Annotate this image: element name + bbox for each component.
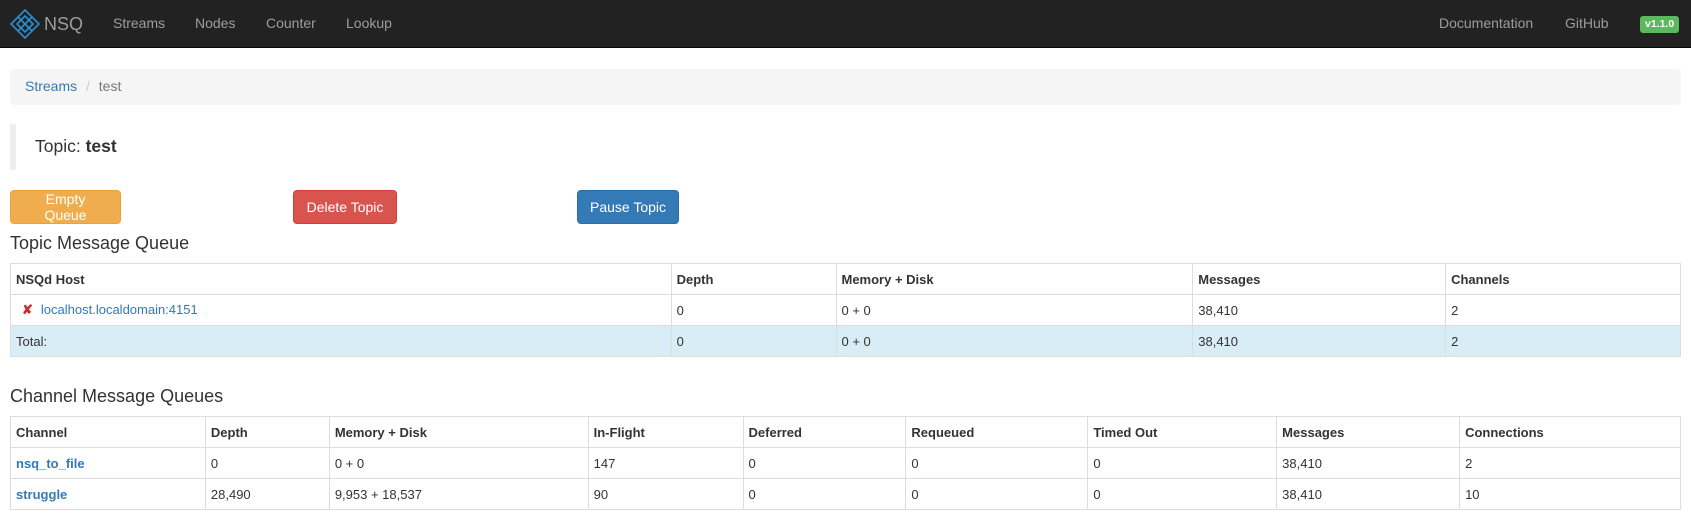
messages-cell: 38,410	[1276, 447, 1461, 479]
brand-name: NSQ	[44, 13, 84, 34]
topic-name: test	[85, 136, 117, 156]
total-row: Total: 0 0 + 0 38,410 2	[10, 325, 1681, 357]
col-requeued: Requeued	[905, 416, 1089, 448]
in-flight-cell: 147	[587, 447, 744, 479]
total-depth: 0	[670, 325, 837, 357]
table-header-row: Channel Depth Memory + Disk In-Flight De…	[10, 416, 1681, 448]
breadcrumb-separator: /	[86, 78, 90, 94]
col-deferred: Deferred	[742, 416, 907, 448]
requeued-cell: 0	[905, 447, 1089, 479]
col-channels: Channels	[1445, 263, 1681, 295]
memory-disk-cell: 0 + 0	[835, 294, 1194, 326]
col-timed-out: Timed Out	[1087, 416, 1278, 448]
table-row: nsq_to_file 0 0 + 0 147 0 0 0 38,410 2	[10, 447, 1681, 479]
in-flight-cell: 90	[587, 478, 744, 510]
connections-cell: 10	[1459, 478, 1681, 510]
table-row: struggle 28,490 9,953 + 18,537 90 0 0 0 …	[10, 478, 1681, 510]
table-header-row: NSQd Host Depth Memory + Disk Messages C…	[10, 263, 1681, 295]
channel-cell: struggle	[10, 478, 206, 510]
total-memory-disk: 0 + 0	[835, 325, 1194, 357]
messages-cell: 38,410	[1192, 294, 1447, 326]
channel-link-nsq-to-file[interactable]: nsq_to_file	[16, 456, 85, 471]
breadcrumb-current: test	[98, 78, 122, 94]
topic-label: Topic:	[35, 136, 81, 156]
empty-queue-button[interactable]: Empty Queue	[10, 190, 121, 224]
channels-cell: 2	[1445, 294, 1681, 326]
channel-cell: nsq_to_file	[10, 447, 206, 479]
channel-queues-table: Channel Depth Memory + Disk In-Flight De…	[10, 416, 1681, 510]
navbar: NSQ Streams Nodes Counter Lookup Documen…	[0, 0, 1691, 48]
brand-link[interactable]: NSQ	[10, 8, 83, 40]
depth-cell: 0	[204, 447, 330, 479]
cross-icon[interactable]: ✘	[22, 302, 33, 317]
deferred-cell: 0	[742, 447, 907, 479]
col-nsqd-host: NSQd Host	[10, 263, 672, 295]
memory-disk-cell: 0 + 0	[328, 447, 589, 479]
nav-documentation[interactable]: Documentation	[1439, 15, 1533, 31]
nav-streams[interactable]: Streams	[113, 15, 165, 31]
host-cell: ✘ localhost.localdomain:4151	[10, 294, 672, 326]
version-badge: v1.1.0	[1640, 16, 1680, 33]
deferred-cell: 0	[742, 478, 907, 510]
nav-counter[interactable]: Counter	[266, 15, 316, 31]
col-memory-disk: Memory + Disk	[835, 263, 1194, 295]
depth-cell: 28,490	[204, 478, 330, 510]
nsq-logo-icon	[10, 9, 40, 39]
nav-nodes[interactable]: Nodes	[195, 15, 235, 31]
topic-header: Topic: test	[10, 124, 610, 170]
col-messages: Messages	[1276, 416, 1461, 448]
connections-cell: 2	[1459, 447, 1681, 479]
timed-out-cell: 0	[1087, 478, 1278, 510]
nav-github[interactable]: GitHub	[1565, 15, 1609, 31]
table-row: ✘ localhost.localdomain:4151 0 0 + 0 38,4…	[10, 294, 1681, 326]
total-label: Total:	[10, 325, 672, 357]
topic-queue-table: NSQd Host Depth Memory + Disk Messages C…	[10, 263, 1681, 357]
col-connections: Connections	[1459, 416, 1681, 448]
depth-cell: 0	[670, 294, 837, 326]
topic-queue-title: Topic Message Queue	[10, 233, 190, 253]
channel-link-struggle[interactable]: struggle	[16, 487, 67, 502]
breadcrumb-streams-link[interactable]: Streams	[25, 78, 77, 94]
messages-cell: 38,410	[1276, 478, 1461, 510]
channel-queues-title: Channel Message Queues	[10, 386, 224, 406]
col-depth: Depth	[204, 416, 330, 448]
col-in-flight: In-Flight	[587, 416, 744, 448]
total-messages: 38,410	[1192, 325, 1447, 357]
total-channels: 2	[1445, 325, 1681, 357]
nav-lookup[interactable]: Lookup	[346, 15, 392, 31]
breadcrumb: Streams / test	[10, 69, 1681, 105]
col-channel: Channel	[10, 416, 206, 448]
memory-disk-cell: 9,953 + 18,537	[328, 478, 589, 510]
col-messages: Messages	[1192, 263, 1447, 295]
requeued-cell: 0	[905, 478, 1089, 510]
timed-out-cell: 0	[1087, 447, 1278, 479]
col-memory-disk: Memory + Disk	[328, 416, 589, 448]
col-depth: Depth	[670, 263, 837, 295]
delete-topic-button[interactable]: Delete Topic	[293, 190, 397, 224]
pause-topic-button[interactable]: Pause Topic	[577, 190, 679, 224]
host-link[interactable]: localhost.localdomain:4151	[41, 302, 198, 317]
